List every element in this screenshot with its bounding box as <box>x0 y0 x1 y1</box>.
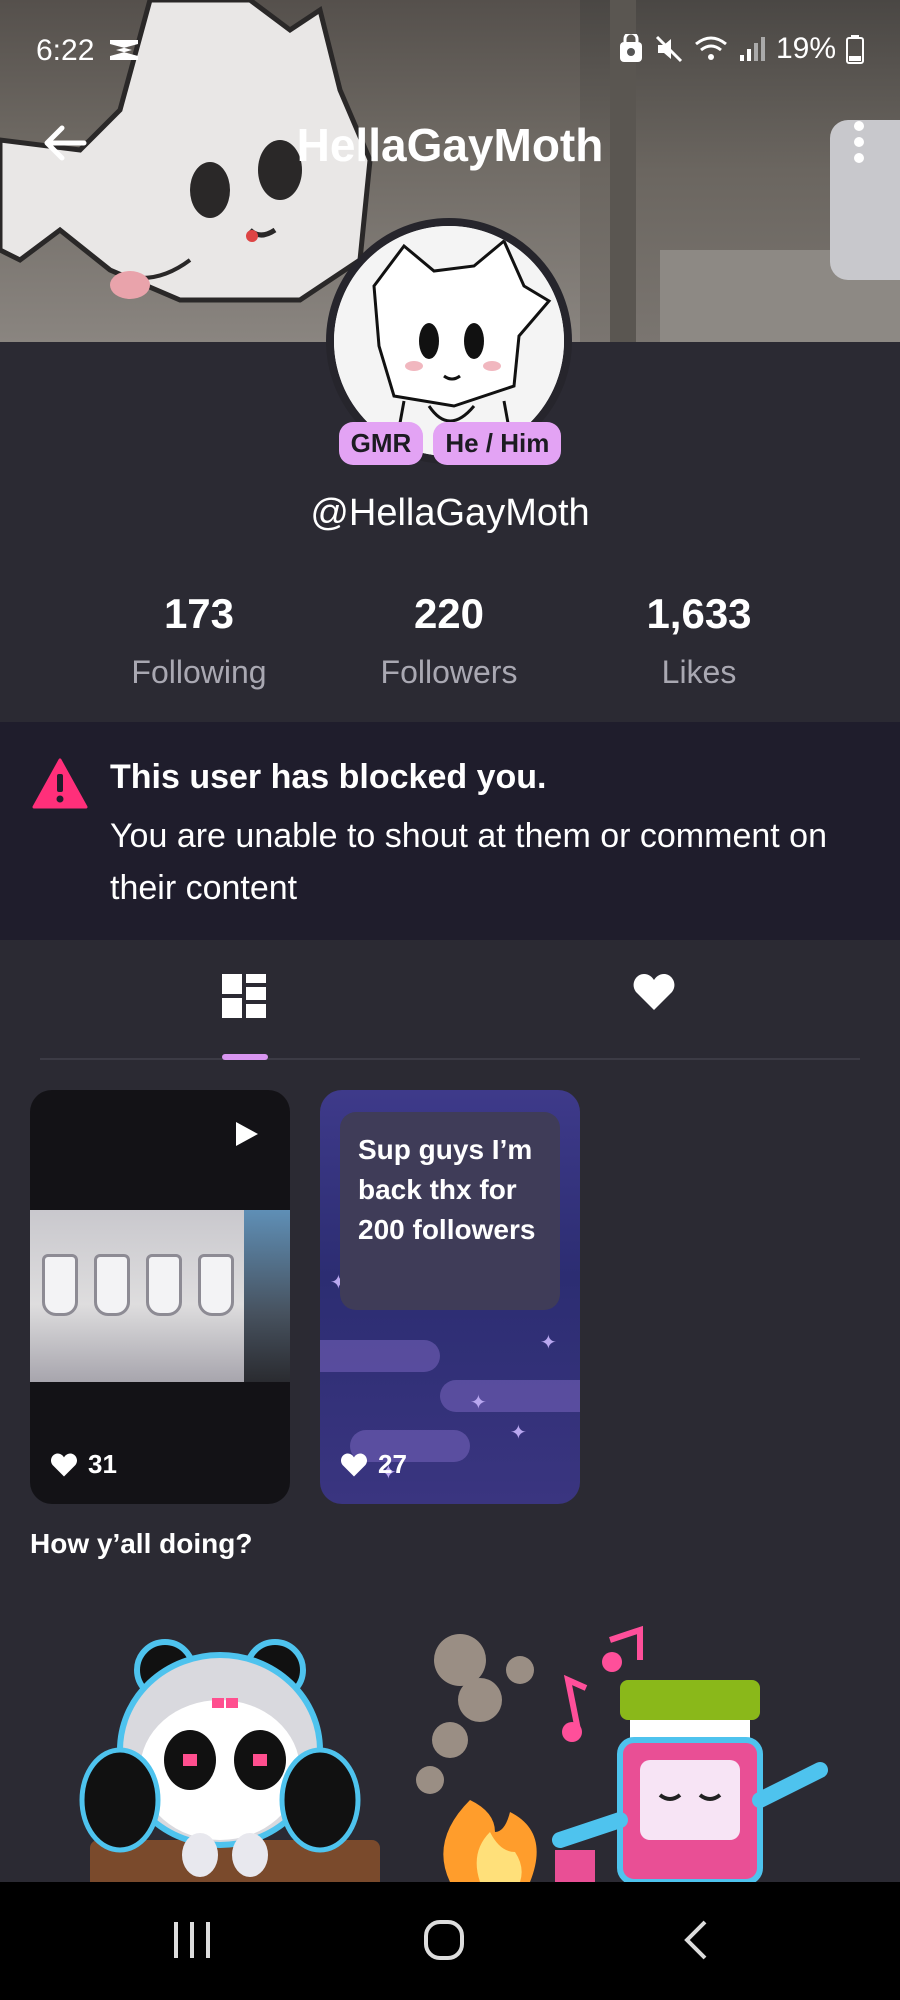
empty-state-illustration <box>0 1600 900 1882</box>
thumbnail-urinal <box>146 1254 182 1316</box>
following-stat[interactable]: 173 Following <box>74 590 324 691</box>
mute-icon <box>655 35 683 63</box>
recent-apps-button[interactable] <box>152 1910 232 1970</box>
heart-icon <box>340 1453 368 1476</box>
post-likes-count: 27 <box>378 1449 407 1479</box>
back-nav-button[interactable] <box>656 1910 736 1970</box>
likes-stat: 1,633 Likes <box>574 590 824 691</box>
user-handle: @HellaGayMoth <box>310 492 590 534</box>
page-title: HellaGayMoth <box>296 119 604 171</box>
night-cloud <box>320 1340 440 1372</box>
battery-icon <box>846 35 864 64</box>
play-icon <box>236 1122 258 1146</box>
home-button[interactable] <box>404 1910 484 1970</box>
star-decoration: ✦ <box>540 1332 557 1354</box>
following-count: 173 <box>163 590 235 637</box>
status-bar: 6:22 19% <box>0 0 900 100</box>
post-likes: 27 <box>340 1449 407 1480</box>
warning-icon <box>32 758 88 809</box>
post-text: Sup guys I’m back thx for 200 followers <box>340 1112 560 1310</box>
recent-apps-icon <box>174 1922 210 1958</box>
kebab-menu-icon <box>854 121 864 163</box>
battery-percentage: 19% <box>775 32 836 65</box>
mascots-illustration <box>79 1625 828 1882</box>
chevron-left-icon <box>684 1920 707 1960</box>
post-likes: 31 <box>50 1449 117 1480</box>
capcut-icon <box>110 40 138 60</box>
lock-notification-icon <box>619 34 642 62</box>
thumbnail-person <box>244 1210 290 1382</box>
star-decoration: ✦ <box>470 1392 487 1414</box>
thumbnail-urinal <box>94 1254 130 1316</box>
status-time: 6:22 <box>36 34 95 67</box>
post-caption: How y’all doing? <box>30 1528 253 1559</box>
following-label: Following <box>131 654 267 690</box>
night-cloud <box>440 1380 580 1412</box>
thumbnail-urinal <box>42 1254 78 1316</box>
likes-label: Likes <box>661 654 737 690</box>
content-tabs <box>40 960 860 1060</box>
grid-icon <box>222 974 266 1018</box>
more-options-button[interactable] <box>844 118 874 168</box>
profile-badges: GMR He / Him <box>0 422 900 465</box>
heart-icon <box>50 1453 78 1476</box>
heart-icon <box>633 974 675 1010</box>
followers-count: 220 <box>413 590 485 637</box>
system-navigation-bar <box>0 1882 900 2000</box>
tab-posts[interactable] <box>204 960 284 1058</box>
blocked-notice: This user has blocked you. You are unabl… <box>0 722 900 940</box>
blocked-notice-heading: This user has blocked you. <box>110 758 547 796</box>
pronouns-badge: He / Him <box>433 422 562 465</box>
blocked-notice-body: You are unable to shout at them or comme… <box>110 817 827 907</box>
active-tab-indicator <box>222 1054 268 1060</box>
thumbnail-urinal <box>198 1254 234 1316</box>
likes-count: 1,633 <box>646 590 752 637</box>
video-thumbnail <box>30 1210 290 1382</box>
home-icon <box>424 1920 464 1960</box>
post-card-video[interactable]: 31 <box>30 1090 290 1504</box>
signal-icon <box>739 37 765 61</box>
game-badge: GMR <box>338 422 424 465</box>
star-decoration: ✦ <box>510 1422 527 1444</box>
followers-label: Followers <box>380 654 518 690</box>
post-likes-count: 31 <box>88 1449 117 1479</box>
followers-stat[interactable]: 220 Followers <box>324 590 574 691</box>
profile-stats: 173 Following 220 Followers 1,633 Likes <box>0 590 900 700</box>
post-card-text[interactable]: ✦ ✦ ✦ ✦ ✦ Sup guys I’m back thx for 200 … <box>320 1090 580 1504</box>
tab-liked[interactable] <box>614 960 694 1058</box>
wifi-icon <box>695 36 727 60</box>
